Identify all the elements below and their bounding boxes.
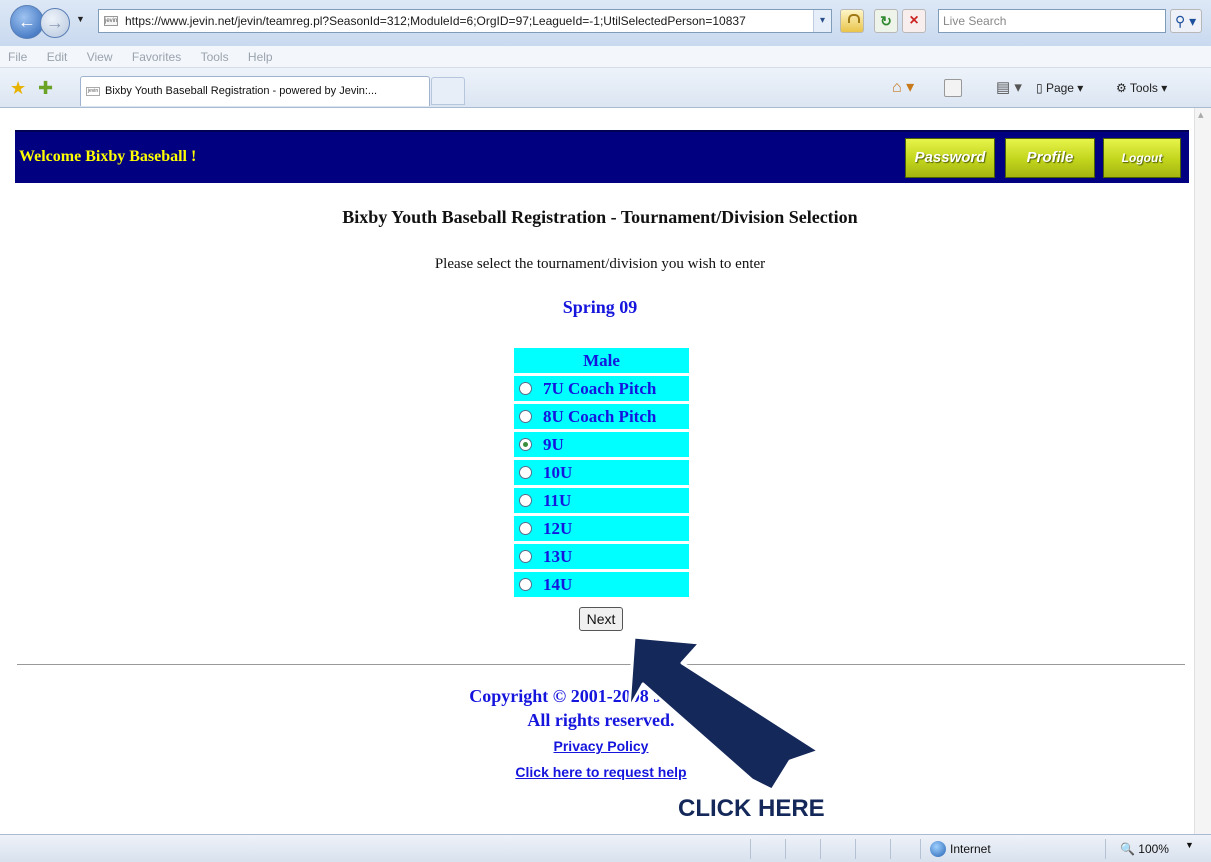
search-icon[interactable]: ⚲ ▾ [1170,9,1202,33]
new-tab-button[interactable] [431,77,465,105]
status-bar: Internet 🔍 100% ▼ [0,834,1211,862]
feeds-icon[interactable] [944,79,962,97]
tools-menu[interactable]: ⚙ Tools ▾ [1116,78,1167,98]
division-row-12u[interactable]: 12U [514,516,689,541]
status-separator [1105,839,1106,859]
forward-arrow-icon: → [46,12,64,33]
division-row-13u[interactable]: 13U [514,544,689,569]
logout-button[interactable]: Logout [1103,138,1181,178]
status-separator [855,839,856,859]
menu-help[interactable]: Help [248,46,273,68]
search-placeholder: Live Search [943,14,1007,28]
profile-button[interactable]: Profile [1005,138,1095,178]
zoom-level[interactable]: 🔍 100% [1120,841,1169,857]
globe-icon [930,841,946,857]
footer-divider [17,664,1185,665]
menu-view[interactable]: View [87,46,113,68]
status-separator [920,839,921,859]
division-label: 12U [543,519,573,538]
tab-bar: ★ ✚ jevin Bixby Youth Baseball Registrat… [0,68,1211,108]
home-icon[interactable]: ⌂ ▾ [892,78,914,98]
season-title: Spring 09 [562,297,638,317]
menu-bar: File Edit View Favorites Tools Help [0,46,1211,68]
address-toolbar: ← → ▼ jevin https://www.jevin.net/jevin/… [0,0,1211,46]
back-arrow-icon: ← [18,11,36,32]
division-label: 10U [543,463,573,482]
page-viewport: Welcome Bixby Baseball ! Password Profil… [0,108,1211,834]
menu-edit[interactable]: Edit [47,46,68,68]
division-row-7u[interactable]: 7U Coach Pitch [514,376,689,401]
help-link-text[interactable]: Click here to request help [515,764,686,780]
division-label: 11U [543,491,572,510]
division-table: Male 7U Coach Pitch 8U Coach Pitch 9U 10… [514,348,689,600]
menu-tools[interactable]: Tools [201,46,229,68]
tab-title: Bixby Youth Baseball Registration - powe… [105,85,378,97]
division-radio[interactable] [519,466,532,479]
instructions-text: Please select the tournament/division yo… [434,256,766,272]
url-dropdown-icon[interactable]: ▾ [813,10,831,32]
division-radio[interactable] [519,578,532,591]
tab-favicon-icon: jevin [86,87,100,96]
lock-icon[interactable] [840,9,864,33]
password-button[interactable]: Password [905,138,995,178]
privacy-policy-link[interactable]: Privacy Policy [0,738,1202,754]
history-dropdown-icon[interactable]: ▼ [76,14,85,24]
tools-menu-label: Tools [1129,81,1158,95]
division-row-10u[interactable]: 10U [514,460,689,485]
division-label: 8U Coach Pitch [543,407,657,426]
print-icon[interactable]: ▤ ▾ [996,78,1022,98]
menu-favorites[interactable]: Favorites [132,46,181,68]
stop-icon[interactable]: × [902,9,926,33]
url-text: https://www.jevin.net/jevin/teamreg.pl?S… [125,14,746,28]
site-favicon-icon: jevin [104,16,118,26]
division-row-9u[interactable]: 9U [514,432,689,457]
division-label: 14U [543,575,573,594]
division-radio[interactable] [519,494,532,507]
zone-text: Internet [950,842,991,856]
division-label: 9U [543,435,564,454]
next-button[interactable]: Next [579,607,623,631]
request-help-link[interactable]: Click here to request help [0,764,1202,780]
tab-active[interactable]: jevin Bixby Youth Baseball Registration … [80,76,430,106]
division-row-8u[interactable]: 8U Coach Pitch [514,404,689,429]
page-title: Bixby Youth Baseball Registration - Tour… [342,207,858,227]
status-separator [820,839,821,859]
status-separator [750,839,751,859]
security-zone[interactable]: Internet [930,841,991,857]
forward-button[interactable]: → [40,8,70,38]
zoom-dropdown-icon[interactable]: ▼ [1185,840,1194,850]
url-field[interactable]: jevin https://www.jevin.net/jevin/teamre… [98,9,832,33]
division-group-header: Male [514,348,689,373]
division-radio[interactable] [519,550,532,563]
division-radio-selected[interactable] [519,438,532,451]
page-menu[interactable]: ▯ Page ▾ [1036,78,1083,98]
division-row-14u[interactable]: 14U [514,572,689,597]
division-radio[interactable] [519,410,532,423]
search-input[interactable]: Live Search [938,9,1166,33]
refresh-icon[interactable]: ↻ [874,9,898,33]
welcome-text: Welcome Bixby Baseball ! [19,148,197,165]
back-button[interactable]: ← [10,5,44,39]
copyright-line-2: All rights reserved. [527,710,675,730]
status-separator [785,839,786,859]
page-menu-label: Page [1045,81,1074,95]
menu-file[interactable]: File [8,46,27,68]
division-label: 7U Coach Pitch [543,379,657,398]
division-radio[interactable] [519,382,532,395]
add-favorites-icon[interactable]: ✚ [38,78,53,99]
copyright-text: Copyright © 2001-2008 Jevin, Inc. All ri… [0,684,1202,732]
zoom-text: 100% [1138,842,1169,856]
favorites-star-icon[interactable]: ★ [10,78,26,99]
division-row-11u[interactable]: 11U [514,488,689,513]
privacy-link-text[interactable]: Privacy Policy [554,738,649,754]
copyright-line-1: Copyright © 2001-2008 Jevin, Inc. [469,686,733,706]
site-header: Welcome Bixby Baseball ! Password Profil… [15,130,1189,183]
division-radio[interactable] [519,522,532,535]
click-here-label: CLICK HERE [678,795,825,822]
division-label: 13U [543,547,573,566]
status-separator [890,839,891,859]
